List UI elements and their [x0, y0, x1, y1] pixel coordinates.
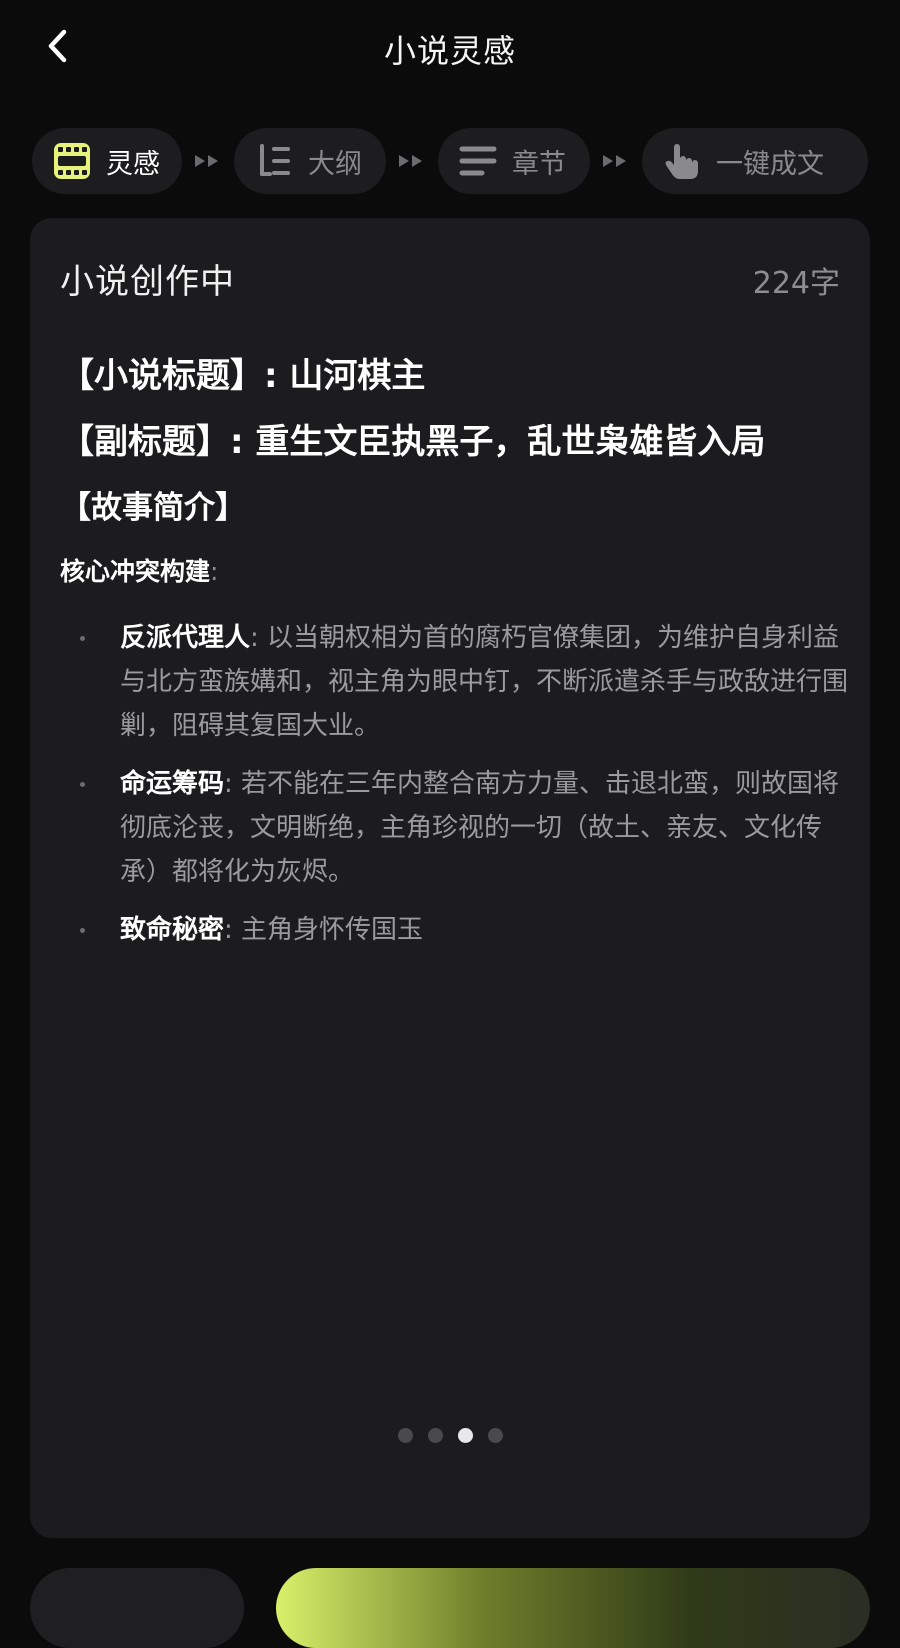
step-label: 章节 — [512, 148, 566, 180]
step-label: 一键成文 — [716, 148, 824, 180]
generated-content: 【小说标题】: 山河棋主 【副标题】: 重生文臣执黑子，乱世枭雄皆入局 【故事简… — [60, 356, 850, 966]
double-arrow-icon — [182, 154, 234, 168]
subtitle-line: 【副标题】: 重生文臣执黑子，乱世枭雄皆入局 — [60, 422, 766, 462]
step-chapters[interactable]: 章节 — [438, 128, 590, 194]
card-title: 小说创作中 — [60, 262, 235, 302]
page-indicator — [30, 1428, 870, 1443]
conflict-list: 反派代理人: 以当朝权相为首的腐朽官僚集团，为维护自身利益与北方蛮族媾和，视主角… — [60, 616, 850, 952]
step-inspiration[interactable]: 灵感 — [32, 128, 182, 194]
page-dot-1[interactable] — [397, 1428, 413, 1443]
core-conflict-label: 核心冲突构建: — [60, 554, 850, 590]
outline-tree-icon — [254, 141, 294, 181]
list-item: 命运筹码: 若不能在三年内整合南方力量、击退北蛮，则故国将彻底沦丧，文明断绝，主… — [60, 762, 850, 894]
step-label: 灵感 — [106, 148, 160, 180]
bullet-dot — [80, 928, 85, 933]
bullet-dot — [80, 636, 85, 641]
bullet-colon: : — [224, 769, 242, 799]
secondary-action-button[interactable] — [30, 1568, 244, 1648]
bullet-title: 反派代理人 — [120, 623, 251, 653]
bullet-text: 主角身怀传国玉 — [241, 915, 424, 945]
page-dot-4[interactable] — [487, 1428, 503, 1443]
primary-action-button[interactable] — [276, 1568, 870, 1648]
step-label: 大纲 — [308, 148, 362, 180]
bullet-title: 命运筹码 — [120, 769, 225, 799]
word-count: 224字 — [752, 266, 840, 301]
core-conflict-text: 核心冲突构建 — [60, 557, 211, 586]
double-arrow-icon — [386, 154, 438, 168]
bullet-colon: : — [224, 915, 242, 945]
page-title: 小说灵感 — [383, 32, 516, 70]
core-conflict-colon: : — [210, 557, 219, 586]
step-outline[interactable]: 大纲 — [234, 128, 386, 194]
bullet-dot — [80, 782, 85, 787]
synopsis-heading: 【故事简介】 — [60, 490, 246, 526]
page-dot-2[interactable] — [427, 1428, 443, 1443]
film-strip-icon — [52, 141, 92, 181]
content-card: 小说创作中 224字 【小说标题】: 山河棋主 【副标题】: 重生文臣执黑子，乱… — [30, 218, 870, 1538]
list-item: 反派代理人: 以当朝权相为首的腐朽官僚集团，为维护自身利益与北方蛮族媾和，视主角… — [60, 616, 850, 748]
header: 小说灵感 — [0, 0, 900, 96]
step-bar: 灵感 大纲 章节 一键成文 — [32, 128, 868, 194]
step-one-click[interactable]: 一键成文 — [642, 128, 868, 194]
lines-icon — [458, 141, 498, 181]
page-dot-3[interactable] — [457, 1428, 473, 1443]
novel-title-line: 【小说标题】: 山河棋主 — [60, 356, 426, 396]
double-arrow-icon — [590, 154, 642, 168]
hand-tap-icon — [662, 141, 702, 181]
bullet-colon: : — [250, 623, 268, 653]
bullet-title: 致命秘密 — [120, 915, 225, 945]
list-item: 致命秘密: 主角身怀传国玉 — [60, 908, 850, 952]
